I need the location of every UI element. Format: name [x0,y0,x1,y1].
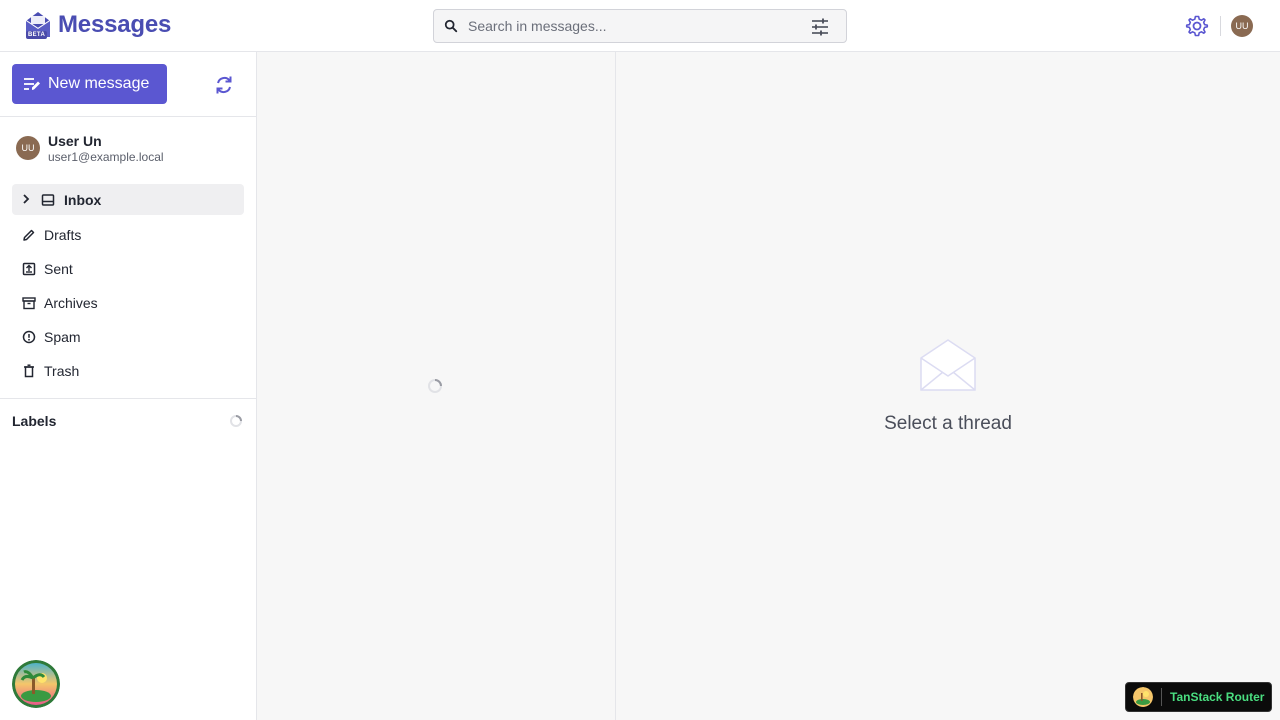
sidebar-divider [0,116,256,117]
sidebar-item-label: Sent [44,261,73,277]
devtools-app-icon[interactable] [12,660,60,708]
empty-state-text: Select a thread [884,413,1012,434]
thread-view-panel: Select a thread [616,52,1280,720]
new-message-label: New message [48,75,150,92]
header-divider [1220,16,1221,36]
app-logo[interactable]: BETA Messages [24,9,171,41]
new-message-button[interactable]: New message [12,64,167,104]
loading-spinner-icon [428,379,442,393]
folder-nav: Inbox Drafts Sent Archives Spam Trash [12,184,244,388]
sidebar: New message UU User Un user1@example.loc… [0,52,257,720]
account-avatar: UU [16,136,40,160]
sidebar-item-sent[interactable]: Sent [12,252,244,286]
router-devtools-button[interactable]: TanStack Router [1125,682,1272,712]
thread-list-panel [257,52,616,720]
sidebar-item-label: Archives [44,295,98,311]
search-bar [433,9,847,43]
inbox-icon [41,194,55,206]
chevron-right-icon[interactable] [20,193,32,205]
compose-icon [24,78,40,90]
loading-spinner-icon [230,415,242,427]
router-logo-icon [1133,687,1153,707]
app-title: Messages [58,11,172,38]
sidebar-item-drafts[interactable]: Drafts [12,218,244,252]
account-info[interactable]: UU User Un user1@example.local [16,132,164,164]
sidebar-item-inbox[interactable]: Inbox [12,184,244,215]
archive-icon [22,297,36,310]
account-email: user1@example.local [48,150,164,164]
beta-badge: BETA [26,31,48,39]
envelope-logo-icon: BETA [24,9,52,41]
sent-icon [22,262,36,276]
gear-icon[interactable] [1185,14,1209,38]
sidebar-item-label: Spam [44,329,81,345]
sidebar-item-label: Drafts [44,227,82,243]
router-label: TanStack Router [1170,690,1265,704]
router-divider [1161,688,1162,706]
sidebar-item-label: Inbox [64,191,102,208]
sidebar-item-trash[interactable]: Trash [12,354,244,388]
filter-settings-icon[interactable] [810,17,830,37]
open-envelope-icon [920,339,976,391]
trash-icon [24,364,34,378]
sidebar-divider [0,398,256,399]
sidebar-item-archives[interactable]: Archives [12,286,244,320]
search-input[interactable] [468,18,788,34]
pencil-icon [23,229,35,241]
account-name: User Un [48,133,102,149]
labels-heading: Labels [12,413,57,429]
search-icon [444,19,458,33]
top-bar: BETA Messages UU [0,0,1280,52]
spam-icon [22,330,36,344]
sidebar-item-label: Trash [44,363,80,379]
sidebar-item-spam[interactable]: Spam [12,320,244,354]
user-avatar[interactable]: UU [1231,15,1253,37]
refresh-icon[interactable] [213,74,235,96]
